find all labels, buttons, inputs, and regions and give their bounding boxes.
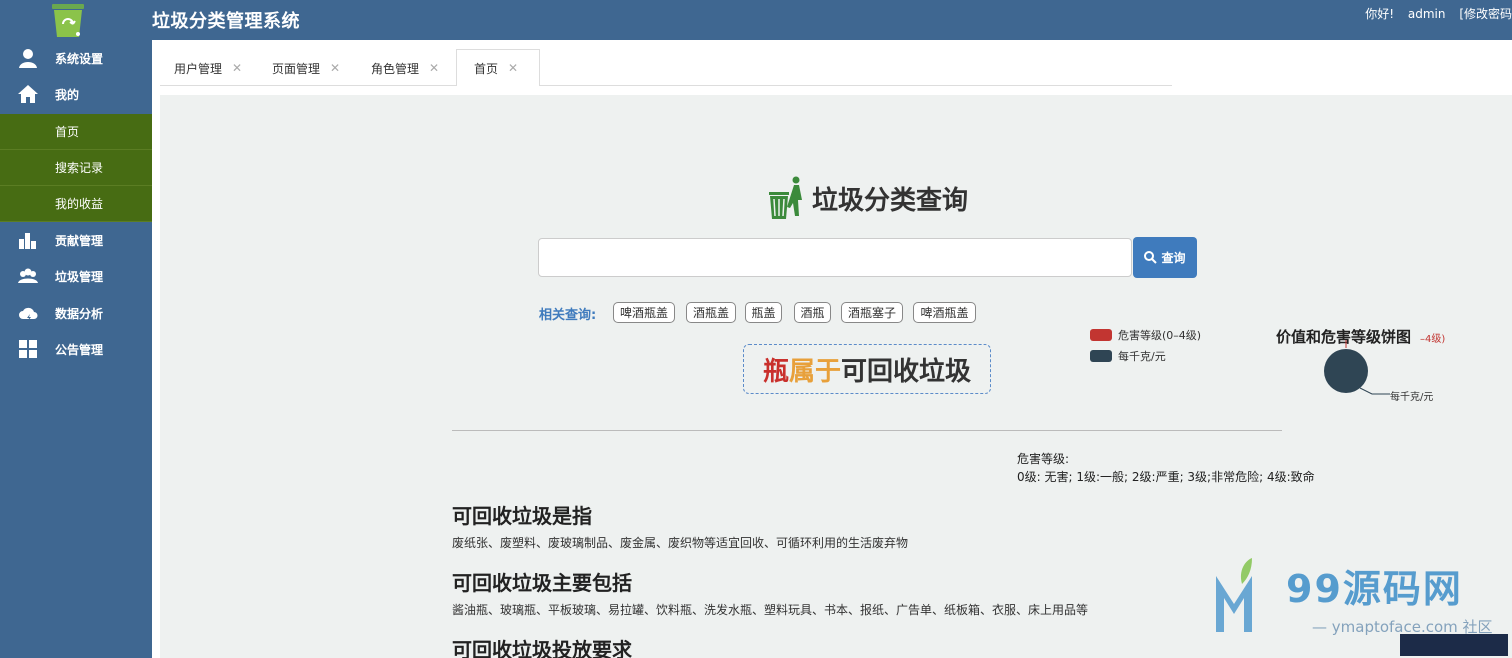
username: admin	[1407, 7, 1446, 21]
pie-label-hazard: –4级)	[1420, 334, 1446, 345]
sidebar-item-label: 公告管理	[55, 342, 104, 357]
search-input[interactable]	[538, 238, 1132, 277]
sidebar-subitem-search-history[interactable]: 搜索记录	[0, 150, 152, 186]
sidebar-item-garbage[interactable]: 垃圾管理	[0, 258, 152, 294]
section-heading: 可回收垃圾投放要求	[452, 638, 632, 658]
tab-role-management[interactable]: 角色管理 ✕	[351, 50, 455, 86]
tab-label: 角色管理	[371, 61, 420, 76]
search-title: 垃圾分类查询	[812, 185, 969, 216]
user-area: 你好! admin [修改密码	[1355, 5, 1512, 22]
pie-label-value: 每千克/元	[1390, 392, 1434, 403]
sidebar-item-label: 数据分析	[55, 306, 104, 321]
close-icon[interactable]: ✕	[232, 61, 242, 75]
sidebar-subitem-home[interactable]: 首页	[0, 114, 152, 150]
grid-icon	[18, 339, 38, 359]
legend-swatch	[1090, 350, 1112, 362]
sidebar-item-data-analysis[interactable]: 数据分析	[0, 295, 152, 331]
legend-swatch	[1090, 329, 1112, 341]
sidebar-item-label: 系统设置	[55, 51, 104, 66]
related-chip[interactable]: 酒瓶盖	[686, 302, 736, 323]
related-query-label: 相关查询:	[539, 308, 597, 323]
top-header: 垃圾分类管理系统 你好! admin [修改密码	[0, 0, 1512, 40]
close-icon[interactable]: ✕	[330, 61, 340, 75]
app-title: 垃圾分类管理系统	[152, 11, 300, 32]
classification-result: 瓶属于 可回收垃圾	[743, 344, 991, 394]
home-icon	[18, 84, 38, 104]
tab-label: 用户管理	[174, 61, 223, 76]
sidebar-item-system-settings[interactable]: 系统设置	[0, 40, 152, 76]
sidebar-item-label: 贡献管理	[55, 233, 104, 248]
sidebar-subitem-my-earnings[interactable]: 我的收益	[0, 186, 152, 222]
search-button-label: 查询	[1161, 251, 1186, 265]
related-chip[interactable]: 酒瓶塞子	[841, 302, 903, 323]
result-connector: 属于	[788, 356, 841, 387]
related-chip[interactable]: 啤酒瓶盖	[913, 302, 976, 323]
sidebar-item-label: 我的	[55, 87, 80, 102]
related-chip[interactable]: 啤酒瓶盖	[613, 302, 675, 323]
tab-home[interactable]: 首页 ✕	[456, 49, 540, 86]
sidebar-item-contribution[interactable]: 贡献管理	[0, 222, 152, 258]
result-item: 瓶	[762, 356, 789, 387]
sidebar-item-announcements[interactable]: 公告管理	[0, 331, 152, 367]
watermark-text: 99源码网	[1286, 567, 1463, 611]
users-icon	[18, 266, 38, 286]
legend-item-hazard[interactable]: 危害等级(0–4级)	[1090, 327, 1201, 343]
recycle-person-icon	[769, 176, 802, 219]
close-icon[interactable]: ✕	[508, 61, 518, 75]
related-chip[interactable]: 瓶盖	[745, 302, 782, 323]
greeting: 你好!	[1365, 7, 1395, 21]
pie-leader-value	[1359, 387, 1390, 395]
search-button[interactable]: 查询	[1133, 237, 1197, 278]
tab-user-management[interactable]: 用户管理 ✕	[154, 50, 252, 86]
tab-page-management[interactable]: 页面管理 ✕	[252, 50, 350, 86]
pie-slice-value[interactable]	[1324, 349, 1368, 393]
legend-label: 每千克/元	[1118, 350, 1166, 363]
change-password-link[interactable]: [修改密码	[1459, 7, 1512, 21]
hazard-title: 危害等级:	[1017, 452, 1070, 466]
sidebar-item-mine[interactable]: 我的	[0, 76, 152, 112]
legend-item-value[interactable]: 每千克/元	[1090, 348, 1166, 364]
section-divider	[452, 430, 1282, 431]
tab-label: 首页	[474, 61, 499, 76]
hazard-scale: 0级: 无害; 1级:一般; 2级:严重; 3级;非常危险; 4级:致命	[1017, 470, 1315, 484]
bar-chart-icon	[18, 230, 38, 250]
pie-chart	[1324, 340, 1390, 395]
result-category: 可回收垃圾	[841, 356, 972, 387]
related-chip[interactable]: 酒瓶	[794, 302, 831, 323]
sidebar-item-label: 垃圾管理	[55, 269, 104, 284]
user-icon	[18, 48, 38, 68]
search-icon	[1144, 251, 1158, 264]
watermark-note	[1400, 634, 1508, 656]
cloud-icon	[18, 303, 38, 323]
trash-bin-logo-icon	[52, 4, 84, 37]
section-heading: 可回收垃圾是指	[452, 504, 592, 528]
section-text: 废纸张、废塑料、废玻璃制品、废金属、废织物等适宜回收、可循环利用的生活废弃物	[452, 536, 909, 550]
close-icon[interactable]: ✕	[429, 61, 439, 75]
search-header: 垃圾分类查询	[768, 176, 968, 220]
section-heading: 可回收垃圾主要包括	[452, 571, 632, 595]
tab-label: 页面管理	[272, 61, 321, 76]
legend-label: 危害等级(0–4级)	[1118, 329, 1202, 342]
section-text: 酱油瓶、玻璃瓶、平板玻璃、易拉罐、饮料瓶、洗发水瓶、塑料玩具、书本、报纸、广告单…	[452, 603, 1089, 617]
